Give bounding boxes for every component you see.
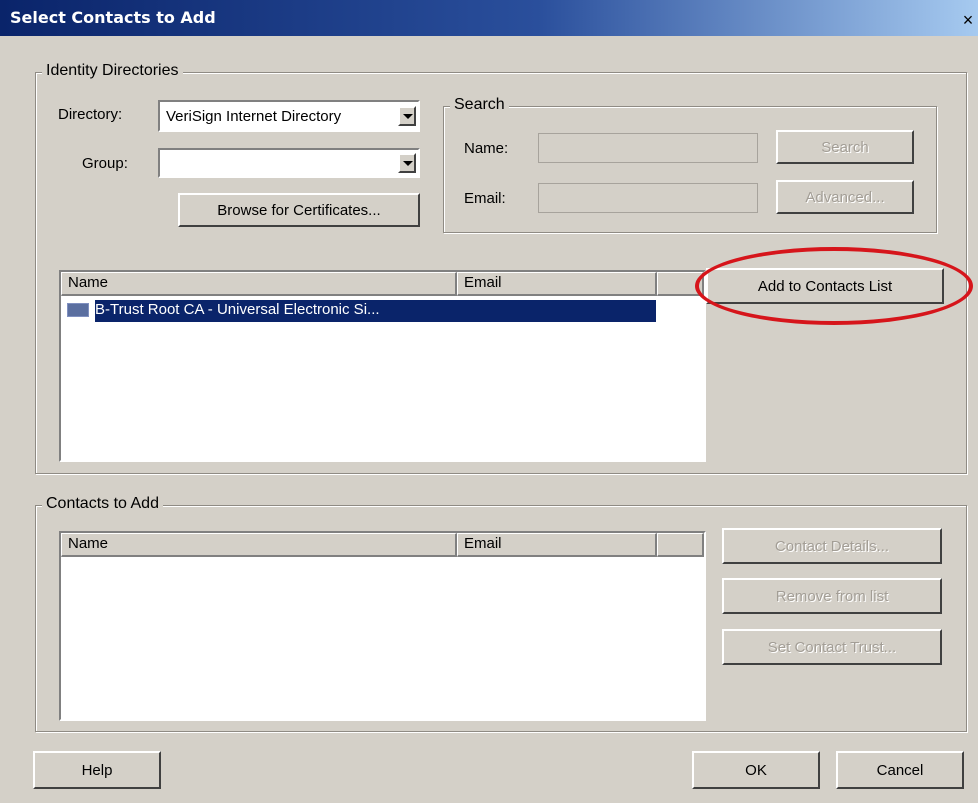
remove-from-list-button[interactable]: Remove from list [722,578,942,614]
chevron-down-icon[interactable] [398,153,416,173]
certificate-icon [67,303,89,317]
contacts-to-add-title: Contacts to Add [42,495,163,513]
group-select[interactable] [158,148,420,178]
table-row[interactable]: B-Trust Root CA - Universal Electronic S… [95,300,656,322]
contact-details-button[interactable]: Contact Details... [722,528,942,564]
contacts-column-name[interactable]: Name [61,533,457,557]
search-button[interactable]: Search [776,130,914,164]
results-row-name: B-Trust Root CA - Universal Electronic S… [95,301,380,318]
email-label: Email: [464,190,506,207]
set-contact-trust-button[interactable]: Set Contact Trust... [722,629,942,665]
directory-select-value: VeriSign Internet Directory [166,108,342,125]
contacts-column-spacer [657,533,704,557]
directory-label: Directory: [58,106,123,123]
group-label: Group: [82,155,128,172]
results-column-name[interactable]: Name [61,272,457,296]
contacts-list[interactable]: Name Email [59,531,706,721]
browse-certificates-button[interactable]: Browse for Certificates... [178,193,420,227]
results-column-spacer [657,272,704,296]
results-column-email[interactable]: Email [457,272,657,296]
identity-directories-title: Identity Directories [42,62,183,80]
contacts-column-email[interactable]: Email [457,533,657,557]
advanced-button[interactable]: Advanced... [776,180,914,214]
name-input[interactable] [538,133,758,163]
search-group-title: Search [450,96,509,114]
email-input[interactable] [538,183,758,213]
ok-button[interactable]: OK [692,751,820,789]
cancel-button[interactable]: Cancel [836,751,964,789]
chevron-down-icon[interactable] [398,106,416,126]
name-label: Name: [464,140,509,157]
directory-select[interactable]: VeriSign Internet Directory [158,100,420,132]
close-icon[interactable]: × [958,10,978,30]
help-button[interactable]: Help [33,751,161,789]
window-title: Select Contacts to Add [10,8,216,27]
results-list[interactable]: Name Email B-Trust Root CA - Universal E… [59,270,706,462]
add-to-contacts-button[interactable]: Add to Contacts List [706,268,944,304]
